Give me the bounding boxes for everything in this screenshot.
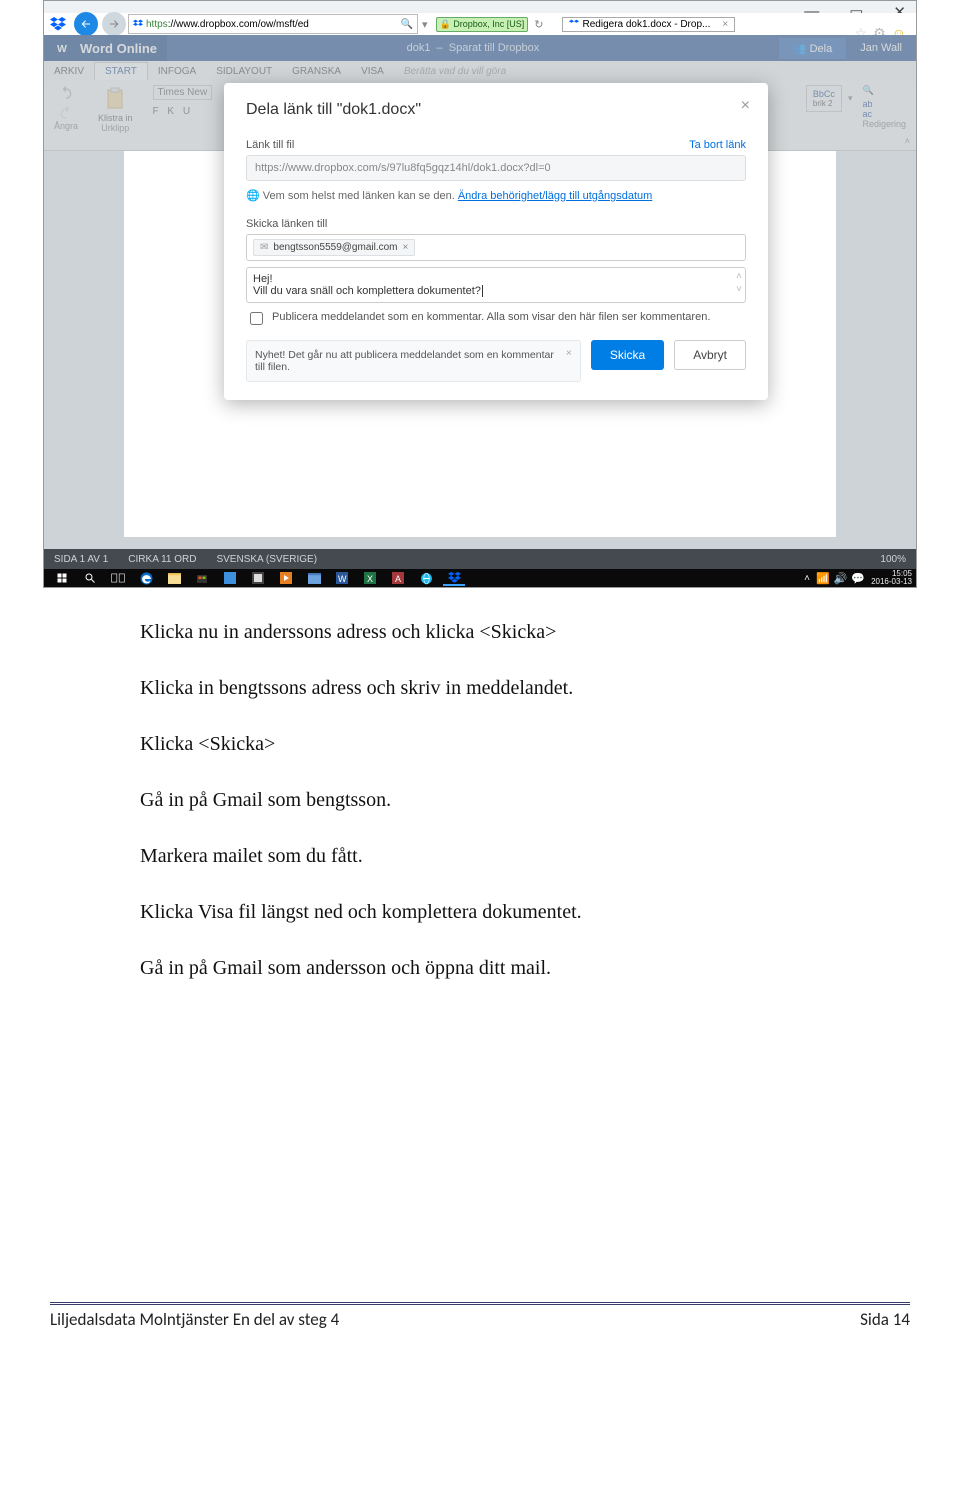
scroll-arrows[interactable]: ˄˅	[736, 271, 742, 295]
svg-text:W: W	[338, 574, 347, 584]
nav-forward-button[interactable]	[102, 12, 126, 36]
status-page: SIDA 1 AV 1	[54, 554, 108, 565]
edge-icon[interactable]	[135, 571, 157, 585]
instruction-line: Klicka nu in anderssons adress och klick…	[140, 618, 820, 646]
status-zoom[interactable]: 100%	[880, 554, 906, 565]
cancel-button[interactable]: Avbryt	[674, 340, 746, 370]
recipient-field[interactable]: ✉ bengtsson5559@gmail.com ×	[246, 234, 746, 261]
send-button[interactable]: Skicka	[591, 340, 664, 370]
share-link-dialog: × Dela länk till "dok1.docx" Länk till f…	[224, 83, 768, 400]
dropbox-favicon-icon	[133, 19, 143, 29]
instruction-line: Gå in på Gmail som andersson och öppna d…	[140, 954, 820, 982]
dialog-close-icon[interactable]: ×	[741, 97, 750, 115]
tip-box: Nyhet! Det går nu att publicera meddelan…	[246, 340, 581, 382]
globe-icon: 🌐	[246, 190, 260, 202]
address-bar[interactable]: https://www.dropbox.com/ow/msft/ed 🔍	[128, 14, 418, 34]
mail-icon: ✉	[260, 242, 268, 253]
url-text: ://www.dropbox.com/ow/msft/ed	[168, 19, 309, 30]
page-footer: Liljedalsdata Molntjänster En del av ste…	[50, 1309, 910, 1330]
status-lang: SVENSKA (SVERIGE)	[216, 554, 317, 565]
publish-checkbox[interactable]	[250, 312, 263, 325]
svg-text:X: X	[367, 574, 373, 584]
reload-icon[interactable]: ↻	[534, 18, 543, 31]
instruction-line: Klicka in bengtssons adress och skriv in…	[140, 674, 820, 702]
recipient-chip[interactable]: ✉ bengtsson5559@gmail.com ×	[253, 239, 415, 256]
ssl-identity[interactable]: 🔒 Dropbox, Inc [US]	[436, 17, 529, 32]
app-generic-icon[interactable]	[219, 571, 241, 585]
screenshot-container: — ▭ ✕ https://www.dropbox.com/ow/msft/ed…	[43, 0, 917, 588]
access-icon[interactable]: A	[387, 571, 409, 585]
instruction-line: Klicka Visa fil längst ned och komplette…	[140, 898, 820, 926]
browser-toolbar: https://www.dropbox.com/ow/msft/ed 🔍 ▾ 🔒…	[44, 13, 916, 36]
browser-tab[interactable]: Redigera dok1.docx - Drop... ×	[562, 17, 736, 32]
search-icon[interactable]: 🔍	[401, 19, 413, 30]
search-taskbar-icon[interactable]	[79, 571, 101, 585]
send-to-label: Skicka länken till	[246, 218, 746, 230]
share-url-field[interactable]: https://www.dropbox.com/s/97lu8fq5gqz14h…	[246, 155, 746, 181]
tip-close-icon[interactable]: ×	[566, 347, 572, 359]
svg-text:A: A	[395, 574, 401, 584]
url-scheme: https	[146, 19, 168, 30]
remove-link[interactable]: Ta bort länk	[689, 139, 746, 151]
clock[interactable]: 15:05 2016-03-13	[871, 570, 912, 586]
dropbox-icon	[48, 14, 68, 34]
dialog-title: Dela länk till "dok1.docx"	[246, 101, 746, 119]
task-view-icon[interactable]	[107, 571, 129, 585]
instruction-line: Gå in på Gmail som bengtsson.	[140, 786, 820, 814]
permission-row: 🌐 Vem som helst med länken kan se den. Ä…	[246, 189, 746, 202]
start-icon[interactable]	[51, 571, 73, 585]
word-taskbar-icon[interactable]: W	[331, 571, 353, 585]
footer-left: Liljedalsdata Molntjänster En del av ste…	[50, 1309, 339, 1330]
footer-rule	[50, 1302, 910, 1305]
tab-title: Redigera dok1.docx - Drop...	[583, 19, 711, 30]
folder2-icon[interactable]	[303, 571, 325, 585]
excel-taskbar-icon[interactable]: X	[359, 571, 381, 585]
notifications-icon[interactable]: 💬	[851, 572, 865, 585]
message-textarea[interactable]: Hej! Vill du vara snäll och komplettera …	[246, 267, 746, 303]
dropdown-icon[interactable]: ▾	[422, 18, 428, 31]
instruction-block: Klicka nu in anderssons adress och klick…	[140, 618, 820, 982]
windows-taskbar: W X A ˄ 📶 🔊 💬 15:05 2016-03-13	[44, 569, 916, 587]
footer-right: Sida 14	[860, 1309, 910, 1330]
chip-remove-icon[interactable]: ×	[403, 242, 409, 253]
instruction-line: Markera mailet som du fått.	[140, 842, 820, 870]
wifi-icon[interactable]: 📶	[816, 572, 830, 585]
nav-back-button[interactable]	[74, 12, 98, 36]
tray-up-icon[interactable]: ˄	[804, 573, 810, 584]
dropbox-taskbar-icon[interactable]	[443, 570, 465, 586]
publish-label: Publicera meddelandet som en kommentar. …	[272, 311, 710, 323]
explorer-icon[interactable]	[163, 571, 185, 585]
media-icon[interactable]	[275, 571, 297, 585]
ie-icon[interactable]	[415, 571, 437, 585]
link-label: Länk till fil	[246, 139, 294, 151]
instruction-line: Klicka <Skicka>	[140, 730, 820, 758]
status-words: CIRKA 11 ORD	[128, 554, 196, 565]
app-generic2-icon[interactable]	[247, 571, 269, 585]
status-bar: SIDA 1 AV 1 CIRKA 11 ORD SVENSKA (SVERIG…	[44, 549, 916, 569]
volume-icon[interactable]: 🔊	[834, 572, 848, 585]
store-icon[interactable]	[191, 571, 213, 585]
dropbox-tab-icon	[569, 19, 579, 29]
change-permission-link[interactable]: Ändra behörighet/lägg till utgångsdatum	[458, 190, 652, 202]
tab-close-icon[interactable]: ×	[722, 19, 728, 30]
